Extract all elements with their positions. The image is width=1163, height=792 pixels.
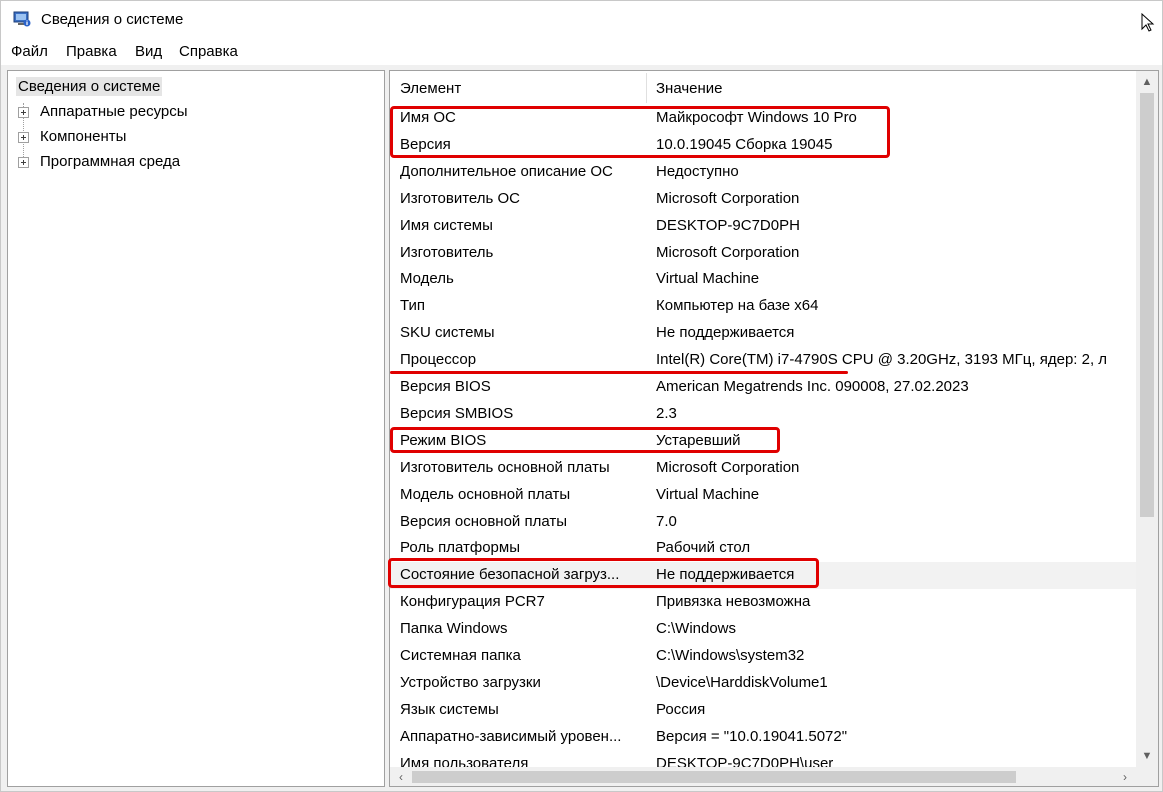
row-element-name: Модель основной платы bbox=[400, 485, 571, 503]
row-element-name: SKU системы bbox=[400, 324, 495, 342]
plus-expander-icon[interactable] bbox=[18, 132, 29, 143]
row-element-value: 2.3 bbox=[656, 404, 677, 422]
menu-edit[interactable]: Правка bbox=[66, 43, 117, 60]
table-row[interactable]: SKU системы Не поддерживается bbox=[390, 320, 1136, 347]
table-row[interactable]: Язык системы Россия bbox=[390, 697, 1136, 724]
table-row[interactable]: Изготовитель ОС Microsoft Corporation bbox=[390, 186, 1136, 213]
annotation-box-secure-boot bbox=[388, 558, 819, 588]
table-row[interactable]: Дополнительное описание ОС Недоступно bbox=[390, 159, 1136, 186]
row-element-name: Версия основной платы bbox=[400, 512, 568, 530]
row-element-name: Модель bbox=[400, 270, 454, 288]
chevron-left-icon[interactable]: ‹ bbox=[390, 767, 412, 786]
row-element-name: Устройство загрузки bbox=[400, 673, 541, 691]
vertical-scroll-thumb[interactable] bbox=[1140, 93, 1154, 517]
table-row[interactable]: Устройство загрузки \Device\HarddiskVolum… bbox=[390, 670, 1136, 697]
row-element-name: Дополнительное описание ОС bbox=[400, 162, 613, 180]
tree-item-label: Аппаратные ресурсы bbox=[40, 103, 188, 120]
table-row[interactable]: Модель Virtual Machine bbox=[390, 266, 1136, 293]
table-row[interactable]: Версия BIOS American Megatrends Inc. 0900… bbox=[390, 374, 1136, 401]
plus-expander-icon[interactable] bbox=[18, 107, 29, 118]
category-tree[interactable]: Сведения о системе Аппаратные ресурсы Ко… bbox=[7, 70, 385, 787]
row-element-name: Конфигурация PCR7 bbox=[400, 593, 545, 611]
annotation-box-bios-mode bbox=[390, 427, 780, 453]
row-element-value: Virtual Machine bbox=[656, 485, 760, 503]
tree-item-label: Компоненты bbox=[40, 128, 127, 145]
row-element-value: Microsoft Corporation bbox=[656, 458, 800, 476]
row-element-name: Роль платформы bbox=[400, 539, 520, 557]
mouse-pointer-icon bbox=[1141, 12, 1155, 33]
tree-item-system-summary[interactable]: Сведения о системе bbox=[16, 77, 163, 96]
menu-help[interactable]: Справка bbox=[179, 43, 238, 60]
table-row[interactable]: Конфигурация PCR7 Привязка невозможна bbox=[390, 589, 1136, 616]
annotation-underline-processor bbox=[390, 371, 848, 374]
row-element-value: Не поддерживается bbox=[656, 324, 795, 342]
row-element-value: C:\Windows\system32 bbox=[656, 647, 805, 664]
vertical-scrollbar[interactable]: ▲ ▼ bbox=[1136, 71, 1158, 767]
table-row[interactable]: Системная папка C:\Windows\system32 bbox=[390, 643, 1136, 670]
menu-file[interactable]: Файл bbox=[11, 43, 48, 60]
menu-bar: Файл Правка Вид Справка bbox=[1, 39, 1162, 65]
column-divider[interactable] bbox=[646, 73, 647, 103]
row-element-name: Процессор bbox=[400, 351, 477, 369]
row-element-value: Virtual Machine bbox=[656, 270, 760, 288]
table-row[interactable]: Версия SMBIOS 2.3 bbox=[390, 401, 1136, 428]
chevron-down-icon[interactable]: ▼ bbox=[1136, 745, 1158, 767]
row-element-name: Изготовитель ОС bbox=[400, 189, 520, 207]
row-element-value: Компьютер на базе x64 bbox=[656, 297, 819, 315]
row-element-name: Имя системы bbox=[400, 216, 493, 234]
chevron-up-icon[interactable]: ▲ bbox=[1136, 71, 1158, 93]
list-header: Элемент Значение bbox=[390, 71, 1136, 105]
row-element-value: Рабочий стол bbox=[656, 539, 751, 557]
row-element-name: Тип bbox=[400, 297, 426, 315]
annotation-box-os-version bbox=[390, 106, 890, 158]
row-element-name: Аппаратно-зависимый уровен... bbox=[400, 727, 622, 745]
row-element-name: Версия BIOS bbox=[400, 378, 491, 395]
row-element-value: Версия = "10.0.19041.5072" bbox=[656, 727, 848, 745]
column-header-value[interactable]: Значение bbox=[656, 80, 723, 97]
row-element-name: Изготовитель bbox=[400, 243, 494, 261]
chevron-right-icon[interactable]: › bbox=[1114, 767, 1136, 786]
system-info-icon bbox=[13, 10, 31, 28]
row-element-value: Недоступно bbox=[656, 162, 739, 180]
table-row[interactable]: Модель основной платы Virtual Machine bbox=[390, 482, 1136, 509]
menu-view[interactable]: Вид bbox=[135, 43, 162, 60]
table-row[interactable]: Версия основной платы 7.0 bbox=[390, 509, 1136, 536]
row-element-name: Папка Windows bbox=[400, 620, 508, 638]
row-element-value: Microsoft Corporation bbox=[656, 189, 800, 207]
row-element-name: Версия SMBIOS bbox=[400, 404, 514, 422]
row-element-value: DESKTOP-9C7D0PH\user bbox=[656, 754, 834, 767]
row-element-value: C:\Windows bbox=[656, 620, 737, 638]
table-row[interactable]: Папка Windows C:\Windows bbox=[390, 616, 1136, 643]
row-element-value: \Device\HarddiskVolume1 bbox=[656, 673, 828, 691]
table-row[interactable]: Имя пользователя DESKTOP-9C7D0PH\user bbox=[390, 751, 1136, 767]
table-row[interactable]: Аппаратно-зависимый уровен... Версия = "1… bbox=[390, 724, 1136, 751]
row-element-value: Россия bbox=[656, 700, 706, 718]
plus-expander-icon[interactable] bbox=[18, 157, 29, 168]
table-row[interactable]: Изготовитель основной платы Microsoft Cor… bbox=[390, 455, 1136, 482]
window-title: Сведения о системе bbox=[41, 11, 184, 28]
row-element-value: Привязка невозможна bbox=[656, 593, 811, 611]
title-bar[interactable]: Сведения о системе bbox=[1, 1, 1162, 39]
table-row[interactable]: Тип Компьютер на базе x64 bbox=[390, 293, 1136, 320]
row-element-value: American Megatrends Inc. 090008, 27.02.2… bbox=[656, 378, 969, 395]
system-info-window: Сведения о системе Файл Правка Вид Справ… bbox=[0, 0, 1163, 792]
row-element-value: Intel(R) Core(TM) i7-4790S CPU @ 3.20GHz… bbox=[656, 351, 1108, 369]
horizontal-scrollbar[interactable]: ‹ › bbox=[390, 767, 1136, 786]
table-row[interactable]: Имя системы DESKTOP-9C7D0PH bbox=[390, 213, 1136, 240]
row-element-value: 7.0 bbox=[656, 512, 677, 530]
tree-item-label: Программная среда bbox=[40, 153, 181, 170]
row-element-name: Язык системы bbox=[400, 700, 499, 718]
column-header-item[interactable]: Элемент bbox=[400, 80, 461, 97]
row-element-name: Имя пользователя bbox=[400, 754, 529, 767]
row-element-value: DESKTOP-9C7D0PH bbox=[656, 216, 800, 234]
row-element-name: Изготовитель основной платы bbox=[400, 458, 610, 476]
table-row[interactable]: Изготовитель Microsoft Corporation bbox=[390, 240, 1136, 267]
row-element-name: Системная папка bbox=[400, 647, 521, 664]
horizontal-scroll-thumb[interactable] bbox=[412, 771, 1016, 783]
row-element-value: Microsoft Corporation bbox=[656, 243, 800, 261]
scroll-corner bbox=[1136, 767, 1158, 786]
